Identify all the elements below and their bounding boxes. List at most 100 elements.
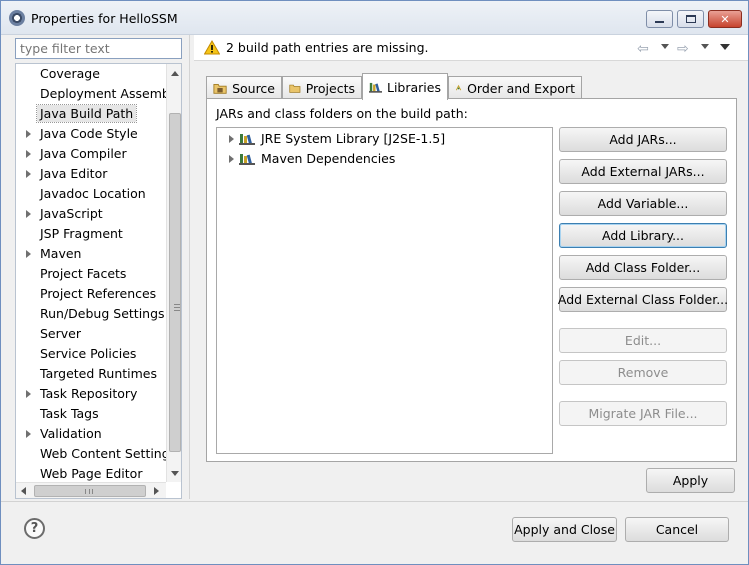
nav-item-label: JSP Fragment <box>40 226 123 241</box>
help-icon[interactable]: ? <box>24 518 45 539</box>
tab-source[interactable]: Source <box>206 76 282 99</box>
scrollbar-thumb[interactable] <box>34 485 146 497</box>
expand-arrow-icon[interactable] <box>229 135 234 143</box>
grip-icon <box>85 489 93 494</box>
window-title: Properties for HelloSSM <box>31 11 178 26</box>
nav-item-label: Javadoc Location <box>40 186 146 201</box>
add-library-button[interactable]: Add Library... <box>559 223 727 248</box>
footer-divider <box>1 501 748 502</box>
library-entry-maven[interactable]: Maven Dependencies <box>217 149 395 169</box>
expand-arrow-icon[interactable] <box>26 210 31 218</box>
expand-arrow-icon[interactable] <box>26 130 31 138</box>
back-dropdown-icon[interactable] <box>661 44 669 49</box>
libraries-tab-panel: JARs and class folders on the build path… <box>206 98 737 462</box>
nav-item[interactable]: Deployment Assembly <box>16 84 166 104</box>
nav-item[interactable]: Run/Debug Settings <box>16 304 166 324</box>
maximize-icon <box>685 15 696 23</box>
minimize-icon <box>655 21 664 23</box>
property-pages-tree: Coverage Deployment Assembly Java Build Pa… <box>15 63 182 499</box>
nav-item-label: Web Content Settings <box>40 446 166 461</box>
expand-arrow-icon[interactable] <box>26 430 31 438</box>
nav-item[interactable]: Coverage <box>16 64 166 84</box>
back-arrow-icon[interactable]: ⇦ <box>637 41 649 57</box>
library-icon <box>239 134 255 145</box>
filter-input[interactable] <box>15 38 182 59</box>
view-menu-icon[interactable] <box>720 44 730 50</box>
close-button[interactable]: ✕ <box>708 10 742 28</box>
apply-and-close-button[interactable]: Apply and Close <box>512 517 617 542</box>
expand-arrow-icon[interactable] <box>26 170 31 178</box>
nav-item[interactable]: Maven <box>16 244 166 264</box>
nav-item[interactable]: Task Repository <box>16 384 166 404</box>
nav-item[interactable]: Java Compiler <box>16 144 166 164</box>
cancel-button[interactable]: Cancel <box>625 517 729 542</box>
nav-item-label: Java Build Path <box>35 104 138 123</box>
nav-item[interactable]: Java Editor <box>16 164 166 184</box>
order-export-icon <box>455 84 462 91</box>
edit-button[interactable]: Edit... <box>559 328 727 353</box>
library-icon <box>239 154 255 165</box>
nav-item[interactable]: Server <box>16 324 166 344</box>
nav-item[interactable]: Java Build Path <box>16 104 166 124</box>
nav-item[interactable]: Task Tags <box>16 404 166 424</box>
nav-item-label: Java Code Style <box>40 126 138 141</box>
tab-label: Projects <box>305 80 355 96</box>
nav-item[interactable]: Project Facets <box>16 264 166 284</box>
scrollbar-thumb[interactable] <box>169 113 181 452</box>
tree-vertical-scrollbar[interactable] <box>166 64 181 482</box>
apply-button[interactable]: Apply <box>646 468 735 493</box>
nav-item[interactable]: Web Content Settings <box>16 444 166 464</box>
nav-item[interactable]: JavaScript <box>16 204 166 224</box>
add-variable-button[interactable]: Add Variable... <box>559 191 727 216</box>
library-entry-label: Maven Dependencies <box>261 151 396 166</box>
scroll-right-arrow-icon[interactable] <box>154 487 159 495</box>
panel-sash[interactable] <box>189 35 193 499</box>
warning-icon <box>204 40 220 55</box>
scroll-up-arrow-icon[interactable] <box>171 71 179 76</box>
tab-libraries[interactable]: Libraries <box>362 73 448 100</box>
minimize-button[interactable] <box>646 10 673 28</box>
nav-item[interactable]: Javadoc Location <box>16 184 166 204</box>
scroll-down-arrow-icon[interactable] <box>171 471 179 476</box>
forward-arrow-icon[interactable]: ⇨ <box>677 41 689 57</box>
forward-dropdown-icon[interactable] <box>701 44 709 49</box>
add-external-class-folder-button[interactable]: Add External Class Folder... <box>558 287 728 312</box>
nav-item[interactable]: Project References <box>16 284 166 304</box>
library-entry-label: JRE System Library [J2SE-1.5] <box>261 131 446 146</box>
projects-icon <box>289 84 301 93</box>
scroll-left-arrow-icon[interactable] <box>21 487 26 495</box>
add-class-folder-button[interactable]: Add Class Folder... <box>559 255 727 280</box>
libraries-tree[interactable]: JRE System Library [J2SE-1.5] Maven Depe… <box>216 127 553 454</box>
tab-label: Source <box>232 80 275 96</box>
expand-arrow-icon[interactable] <box>229 155 234 163</box>
add-jars-button[interactable]: Add JARs... <box>559 127 727 152</box>
nav-item[interactable]: Java Code Style <box>16 124 166 144</box>
nav-item-label: Validation <box>40 426 102 441</box>
maximize-button[interactable] <box>677 10 704 28</box>
property-pages-list: Coverage Deployment Assembly Java Build Pa… <box>16 64 166 482</box>
nav-item-label: Java Compiler <box>40 146 127 161</box>
tab-order-and-export[interactable]: Order and Export <box>448 76 582 99</box>
nav-item-label: Deployment Assembly <box>40 86 166 101</box>
migrate-jar-file-button[interactable]: Migrate JAR File... <box>559 401 727 426</box>
source-folder-icon <box>213 84 227 94</box>
nav-item-label: JavaScript <box>40 206 103 221</box>
tree-horizontal-scrollbar[interactable] <box>16 482 166 498</box>
nav-item-label: Task Tags <box>40 406 99 421</box>
library-entry-jre[interactable]: JRE System Library [J2SE-1.5] <box>217 129 445 149</box>
nav-item[interactable]: JSP Fragment <box>16 224 166 244</box>
tab-projects[interactable]: Projects <box>282 76 362 99</box>
remove-button[interactable]: Remove <box>559 360 727 385</box>
nav-item[interactable]: Web Page Editor <box>16 464 166 482</box>
expand-arrow-icon[interactable] <box>26 390 31 398</box>
nav-item[interactable]: Targeted Runtimes <box>16 364 166 384</box>
nav-item-label: Java Editor <box>40 166 108 181</box>
nav-item-label: Web Page Editor <box>40 466 143 481</box>
nav-item[interactable]: Service Policies <box>16 344 166 364</box>
nav-item[interactable]: Validation <box>16 424 166 444</box>
nav-item-label: Targeted Runtimes <box>40 366 157 381</box>
add-external-jars-button[interactable]: Add External JARs... <box>559 159 727 184</box>
expand-arrow-icon[interactable] <box>26 150 31 158</box>
nav-item-label: Coverage <box>40 66 100 81</box>
expand-arrow-icon[interactable] <box>26 250 31 258</box>
